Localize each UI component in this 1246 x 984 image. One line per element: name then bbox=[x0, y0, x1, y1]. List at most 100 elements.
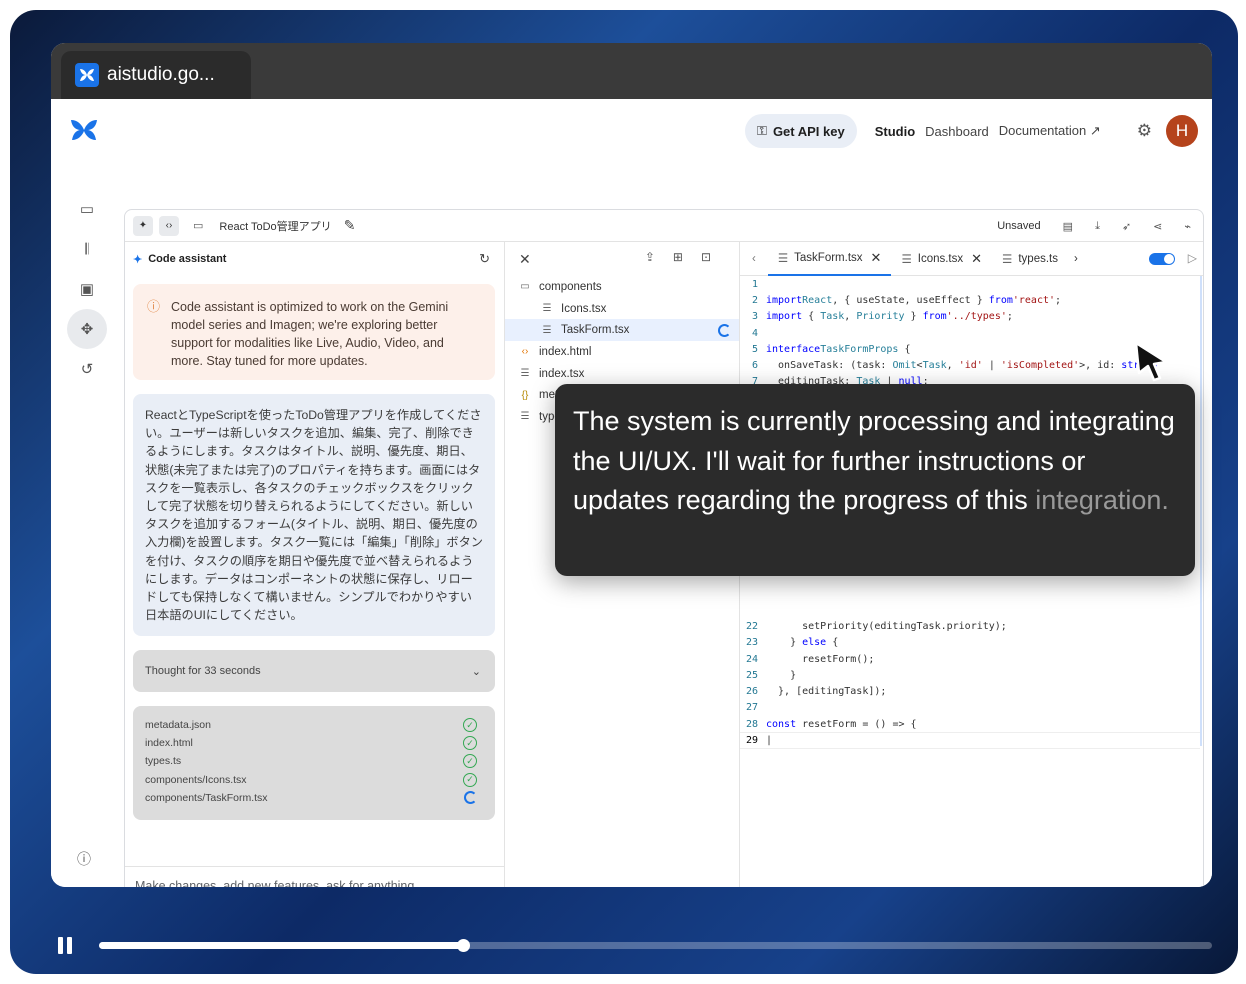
chevron-right-icon[interactable]: › bbox=[1068, 253, 1084, 265]
settings-gear-icon[interactable]: ⚙ bbox=[1137, 121, 1152, 141]
info-icon[interactable]: ⓘ bbox=[77, 849, 91, 869]
toolbar-actions: Unsaved ▤ ⤓ ➶ ⋖ ⌁ bbox=[975, 210, 1191, 242]
tree-item[interactable]: ☰ Icons.tsx bbox=[505, 298, 739, 320]
file-name: types.ts bbox=[145, 755, 182, 768]
tree-item-label: index.html bbox=[539, 345, 592, 358]
tree-item[interactable]: ☰ TaskForm.tsx bbox=[505, 319, 739, 342]
tree-item-label: Icons.tsx bbox=[561, 302, 607, 315]
aistudio-favicon-icon bbox=[75, 63, 99, 87]
loading-spinner-icon bbox=[718, 323, 731, 337]
tree-item[interactable]: ‹› index.html bbox=[505, 341, 739, 363]
progress-track[interactable] bbox=[99, 939, 1212, 952]
file-lines-icon: ☰ bbox=[777, 252, 789, 265]
edit-pencil-icon[interactable]: ✎ bbox=[344, 217, 356, 234]
tab-icons[interactable]: ☰ Icons.tsx ✕ bbox=[891, 242, 992, 276]
browser-tab[interactable]: aistudio.go... bbox=[61, 51, 251, 99]
video-controls bbox=[10, 920, 1238, 970]
code-mode-icon[interactable]: ‹› bbox=[159, 215, 179, 236]
tab-taskform[interactable]: ☰ TaskForm.tsx ✕ bbox=[767, 242, 892, 276]
progress-knob[interactable] bbox=[456, 939, 470, 952]
progress-fill bbox=[99, 942, 463, 949]
user-prompt: ReactとTypeScriptを使ったToDo管理アプリを作成してください。ユ… bbox=[133, 394, 495, 636]
history-icon[interactable]: ↺ bbox=[67, 349, 107, 389]
check-circle-icon: ✓ bbox=[463, 754, 477, 769]
download-icon[interactable]: ⤓ bbox=[1095, 220, 1100, 233]
share-icon[interactable]: ⋖ bbox=[1153, 220, 1162, 233]
notice-text: Code assistant is optimized to work on t… bbox=[171, 300, 449, 368]
get-api-key-button[interactable]: ⚿ Get API key bbox=[745, 114, 857, 148]
save-status: Unsaved bbox=[997, 220, 1041, 232]
file-name: metadata.json bbox=[145, 719, 211, 732]
workspace-toolbar: ✦ ‹› ▭ React ToDo管理アプリ ✎ Unsaved ▤ ⤓ ➶ ⋖… bbox=[125, 210, 1203, 242]
tab-label: TaskForm.tsx bbox=[794, 251, 863, 264]
tab-types[interactable]: ☰ types.ts bbox=[992, 242, 1068, 276]
spark-icon: ✦ bbox=[133, 253, 143, 266]
nav-studio[interactable]: Studio bbox=[875, 124, 915, 139]
chat-header: ✦ Code assistant ↻ bbox=[125, 242, 504, 276]
info-circle-icon: ⓘ bbox=[147, 299, 161, 314]
deploy-rocket-icon[interactable]: ➶ bbox=[1122, 220, 1131, 233]
stream-audio-icon[interactable]: 𝄃 bbox=[67, 229, 107, 269]
spark-mode-icon[interactable]: ✦ bbox=[133, 215, 153, 236]
avatar[interactable]: H bbox=[1166, 115, 1198, 147]
tree-item-label: index.tsx bbox=[539, 367, 585, 380]
file-lines-icon: ☰ bbox=[1002, 253, 1013, 266]
key-icon: ⚿ bbox=[757, 123, 767, 138]
list-item: metadata.json ✓ bbox=[145, 716, 483, 734]
check-circle-icon: ✓ bbox=[463, 736, 477, 751]
mouse-cursor-icon bbox=[1132, 340, 1172, 387]
debug-icon[interactable]: ⌁ bbox=[1184, 220, 1191, 233]
tooltip-faded-text: integration. bbox=[1035, 485, 1169, 515]
chat-prompt-icon[interactable]: ▭ bbox=[67, 189, 107, 229]
preview-toggle[interactable] bbox=[1149, 253, 1175, 265]
tree-item[interactable]: ☰ index.tsx bbox=[505, 363, 739, 385]
nav-dashboard[interactable]: Dashboard bbox=[925, 124, 989, 139]
chevron-left-icon[interactable]: ‹ bbox=[740, 253, 768, 265]
browser-tab-title: aistudio.go... bbox=[107, 64, 215, 85]
thought-label: Thought for 33 seconds bbox=[145, 665, 261, 677]
editor-tabs: ‹ ☰ TaskForm.tsx ✕ ☰ Icons.tsx ✕ ☰ types.ts ›… bbox=[740, 242, 1203, 276]
tree-item-label: TaskForm.tsx bbox=[561, 324, 630, 337]
file-tree-actions: ⇪⊞⊡ bbox=[645, 250, 729, 264]
aistudio-logo-icon[interactable] bbox=[69, 117, 99, 148]
code-brackets-icon: ‹› bbox=[521, 346, 529, 358]
project-title: React ToDo管理アプリ bbox=[219, 220, 332, 233]
tree-item[interactable]: ▭ components bbox=[505, 276, 739, 298]
upload-file-icon[interactable]: ⇪ bbox=[645, 250, 673, 264]
external-link-icon: ↗ bbox=[1089, 123, 1101, 138]
file-lines-icon: ☰ bbox=[542, 324, 552, 336]
close-tab-icon[interactable]: ✕ bbox=[871, 250, 882, 266]
loading-spinner-icon bbox=[464, 791, 477, 805]
close-icon[interactable]: ✕ bbox=[519, 251, 531, 268]
get-api-key-label: Get API key bbox=[772, 123, 845, 139]
tab-label: Icons.tsx bbox=[917, 252, 964, 265]
tab-label: types.ts bbox=[1018, 252, 1058, 265]
nav-documentation[interactable]: Documentation ↗ bbox=[999, 123, 1101, 139]
nav-documentation-label: Documentation bbox=[998, 123, 1087, 138]
close-tab-icon[interactable]: ✕ bbox=[971, 251, 982, 267]
new-folder-icon[interactable]: ⊡ bbox=[701, 250, 729, 264]
tooltip-caption: The system is currently processing and i… bbox=[555, 384, 1195, 576]
assistant-notice: ⓘ Code assistant is optimized to work on… bbox=[133, 284, 495, 380]
save-icon[interactable]: ▤ bbox=[1063, 220, 1073, 233]
check-circle-icon: ✓ bbox=[463, 718, 477, 733]
file-name: components/Icons.tsx bbox=[145, 773, 247, 786]
new-file-icon[interactable]: ⊞ bbox=[673, 250, 701, 264]
file-lines-icon: ☰ bbox=[901, 253, 912, 266]
pause-button[interactable] bbox=[58, 937, 72, 954]
media-gallery-icon[interactable]: ▣ bbox=[67, 269, 107, 309]
preview-toggle-icon[interactable]: ▭ bbox=[193, 219, 203, 232]
file-lines-icon: ☰ bbox=[520, 368, 530, 380]
build-puzzle-icon[interactable]: ✥ bbox=[67, 309, 107, 349]
code-assistant-panel: ✦ Code assistant ↻ ⓘ Code assistant is o… bbox=[125, 242, 505, 887]
chat-input-placeholder: Make changes, add new features, ask for … bbox=[135, 879, 415, 887]
file-name: components/TaskForm.tsx bbox=[145, 791, 268, 804]
chat-input[interactable]: Make changes, add new features, ask for … bbox=[125, 866, 505, 887]
list-item: types.ts ✓ bbox=[145, 752, 483, 770]
chat-title: Code assistant bbox=[148, 253, 227, 265]
file-name: index.html bbox=[145, 737, 193, 750]
file-lines-icon: ☰ bbox=[520, 411, 530, 423]
refresh-icon[interactable]: ↻ bbox=[479, 251, 490, 267]
play-circle-icon[interactable]: ▷ bbox=[1188, 251, 1197, 265]
thought-summary[interactable]: Thought for 33 seconds ⌄ bbox=[133, 650, 495, 692]
